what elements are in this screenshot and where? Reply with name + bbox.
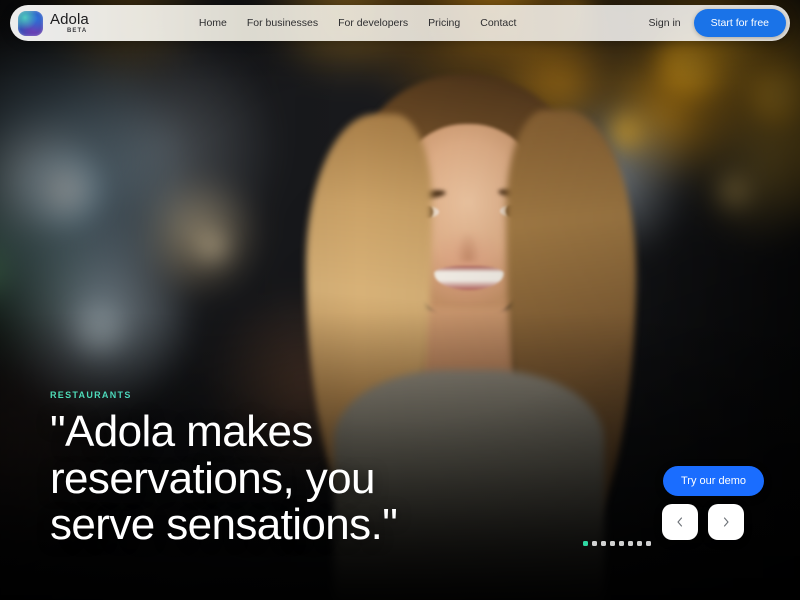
carousel-dots bbox=[583, 541, 651, 546]
bokeh-light bbox=[752, 63, 800, 126]
brand-name: Adola bbox=[50, 11, 89, 28]
bokeh-light bbox=[19, 146, 106, 233]
nav-link-contact[interactable]: Contact bbox=[480, 17, 516, 29]
carousel-dot[interactable] bbox=[646, 541, 651, 546]
chevron-left-icon bbox=[674, 516, 686, 528]
nav-link-home[interactable]: Home bbox=[199, 17, 227, 29]
hero-headline: "Adola makes reservations, you serve sen… bbox=[50, 407, 398, 549]
bokeh-light bbox=[715, 167, 756, 214]
carousel-dot[interactable] bbox=[592, 541, 597, 546]
nav-actions: Sign in Start for free bbox=[649, 9, 786, 37]
brand-beta-badge: BETA bbox=[67, 28, 88, 34]
nav-link-for-businesses[interactable]: For businesses bbox=[247, 17, 318, 29]
brand-wordmark: Adola BETA bbox=[50, 12, 89, 34]
start-for-free-button[interactable]: Start for free bbox=[693, 9, 786, 37]
bokeh-light bbox=[65, 300, 128, 362]
adola-logo-icon bbox=[18, 10, 43, 36]
nav-link-pricing[interactable]: Pricing bbox=[428, 17, 460, 29]
brand-logo[interactable]: Adola BETA bbox=[18, 10, 89, 36]
top-navbar: Adola BETA Home For businesses For devel… bbox=[10, 5, 790, 41]
bokeh-light bbox=[0, 244, 11, 301]
nav-link-for-developers[interactable]: For developers bbox=[338, 17, 408, 29]
carousel-dot[interactable] bbox=[628, 541, 633, 546]
bokeh-light bbox=[195, 230, 230, 265]
hero-copy: RESTAURANTS "Adola makes reservations, y… bbox=[50, 390, 470, 548]
sign-in-link[interactable]: Sign in bbox=[649, 17, 681, 29]
carousel-dot[interactable] bbox=[583, 541, 588, 546]
carousel-arrows bbox=[662, 504, 744, 540]
chevron-right-icon bbox=[720, 516, 732, 528]
carousel-prev-button[interactable] bbox=[662, 504, 698, 540]
hero-eyebrow: RESTAURANTS bbox=[50, 390, 470, 400]
try-our-demo-button[interactable]: Try our demo bbox=[662, 466, 764, 496]
subject-nose bbox=[456, 232, 480, 262]
carousel-dot[interactable] bbox=[637, 541, 642, 546]
carousel-dot[interactable] bbox=[619, 541, 624, 546]
carousel-dot[interactable] bbox=[601, 541, 606, 546]
carousel-next-button[interactable] bbox=[708, 504, 744, 540]
carousel-dot[interactable] bbox=[610, 541, 615, 546]
nav-links: Home For businesses For developers Prici… bbox=[199, 17, 517, 29]
